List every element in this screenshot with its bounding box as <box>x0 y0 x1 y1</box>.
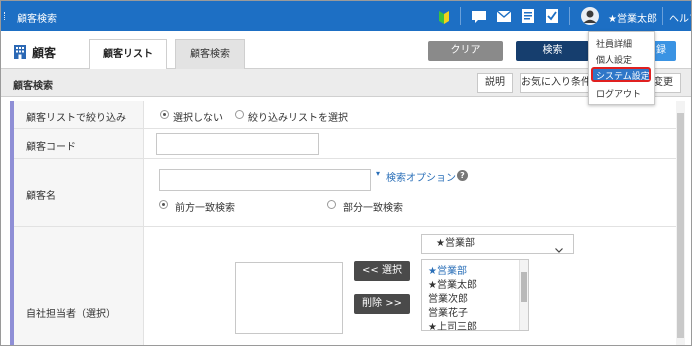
user-menu: 社員詳細 個人設定 システム設定 ログアウト <box>588 31 655 105</box>
radio-select-filter-list[interactable] <box>235 110 244 119</box>
tab-customer-search[interactable]: 顧客検索 <box>175 39 245 69</box>
assignee-label: 自社担当者（選択） <box>26 309 116 320</box>
form-row-code: 顧客コード <box>14 129 680 159</box>
radio-prefix-match[interactable] <box>159 200 168 209</box>
top-bar: 顧客検索 ★営業太郎 ヘルプ <box>1 1 691 31</box>
label-cell: 顧客名 <box>14 159 144 226</box>
chat-icon[interactable] <box>472 11 486 26</box>
chevron-down-icon: ▾ <box>376 169 381 178</box>
form-row-filter: 顧客リストで絞り込み 選択しない 絞り込みリストを選択 <box>14 101 680 129</box>
selected-assignees-list[interactable] <box>235 262 343 334</box>
page-scrollbar-thumb[interactable] <box>677 113 684 338</box>
building-icon <box>13 44 27 62</box>
list-scrollbar-thumb[interactable] <box>521 272 527 302</box>
radio-label: 選択しない <box>173 113 223 124</box>
check-icon[interactable] <box>546 9 558 26</box>
toolbar-divider <box>662 7 663 25</box>
list-item[interactable]: 営業花子 <box>428 304 468 319</box>
list-item[interactable]: ★上司三郎 <box>428 318 477 330</box>
menu-item-system-settings[interactable]: システム設定 <box>591 67 651 82</box>
list-item[interactable]: 営業次郎 <box>428 290 468 305</box>
favorite-conditions-button[interactable]: お気に入り条件 <box>520 73 592 93</box>
beginner-mark-icon[interactable] <box>438 9 450 28</box>
help-icon[interactable]: ? <box>457 170 468 181</box>
section-title: 顧客検索 <box>13 81 53 92</box>
customer-code-label: 顧客コード <box>26 142 76 153</box>
app-title: 顧客検索 <box>17 14 57 25</box>
department-select[interactable]: ★営業部 <box>421 234 574 254</box>
form-row-assignee: 自社担当者（選択） ★営業部 << 選択 削除 >> ★営業部 ★営業太郎 営業… <box>14 227 680 345</box>
search-form: 顧客リストで絞り込み 選択しない 絞り込みリストを選択 顧客コード 顧客名 ▾ … <box>10 101 680 345</box>
tab-customer-list[interactable]: 顧客リスト <box>89 39 167 70</box>
radio-no-filter[interactable] <box>160 110 169 119</box>
menu-item-label: システム設定 <box>596 72 650 82</box>
help-link[interactable]: ヘルプ <box>669 10 691 25</box>
form-row-name: 顧客名 ▾ 検索オプション ? 前方一致検索 部分一致検索 <box>14 159 680 227</box>
customer-name-input[interactable] <box>159 169 371 191</box>
candidate-list[interactable]: ★営業部 ★営業太郎 営業次郎 営業花子 ★上司三郎 <box>421 259 529 331</box>
list-item[interactable]: ★営業部 <box>428 262 467 277</box>
add-selection-button[interactable]: << 選択 <box>354 261 410 281</box>
list-scrollbar[interactable] <box>519 260 528 330</box>
label-cell: 顧客リストで絞り込み <box>14 101 144 128</box>
customer-code-input[interactable] <box>156 133 319 155</box>
app-window: 顧客検索 ★営業太郎 ヘルプ 顧客 顧客リスト 顧客検索 クリ <box>0 0 692 346</box>
search-option-link[interactable]: 検索オプション <box>386 169 456 184</box>
chevron-down-icon <box>555 242 563 260</box>
description-button[interactable]: 説明 <box>477 73 513 93</box>
radio-label: 前方一致検索 <box>175 203 235 214</box>
module-title: 顧客 <box>32 46 57 60</box>
menu-item-personal-settings[interactable]: 個人設定 <box>596 53 632 66</box>
toolbar-divider <box>460 7 461 25</box>
clear-button[interactable]: クリア <box>428 41 503 61</box>
department-select-value: ★営業部 <box>436 238 475 249</box>
radio-label: 部分一致検索 <box>343 203 403 214</box>
mail-icon[interactable] <box>496 10 512 25</box>
radio-partial-match[interactable] <box>327 200 336 209</box>
user-avatar-icon[interactable] <box>581 7 599 28</box>
notes-icon[interactable] <box>522 9 534 26</box>
user-name[interactable]: ★営業太郎 <box>608 10 657 25</box>
radio-label: 絞り込みリストを選択 <box>248 113 348 124</box>
menu-item-logout[interactable]: ログアウト <box>596 87 641 100</box>
search-button[interactable]: 検索 <box>516 41 589 61</box>
drag-handle-icon[interactable] <box>4 12 6 20</box>
label-cell: 自社担当者（選択） <box>14 227 144 345</box>
page-scrollbar[interactable] <box>676 101 685 345</box>
label-cell: 顧客コード <box>14 129 144 158</box>
filter-label: 顧客リストで絞り込み <box>26 113 126 124</box>
menu-item-employee-details[interactable]: 社員詳細 <box>596 37 632 50</box>
toolbar-divider <box>569 7 570 25</box>
customer-name-label: 顧客名 <box>26 191 56 202</box>
list-item[interactable]: ★営業太郎 <box>428 276 477 291</box>
remove-selection-button[interactable]: 削除 >> <box>354 294 410 314</box>
